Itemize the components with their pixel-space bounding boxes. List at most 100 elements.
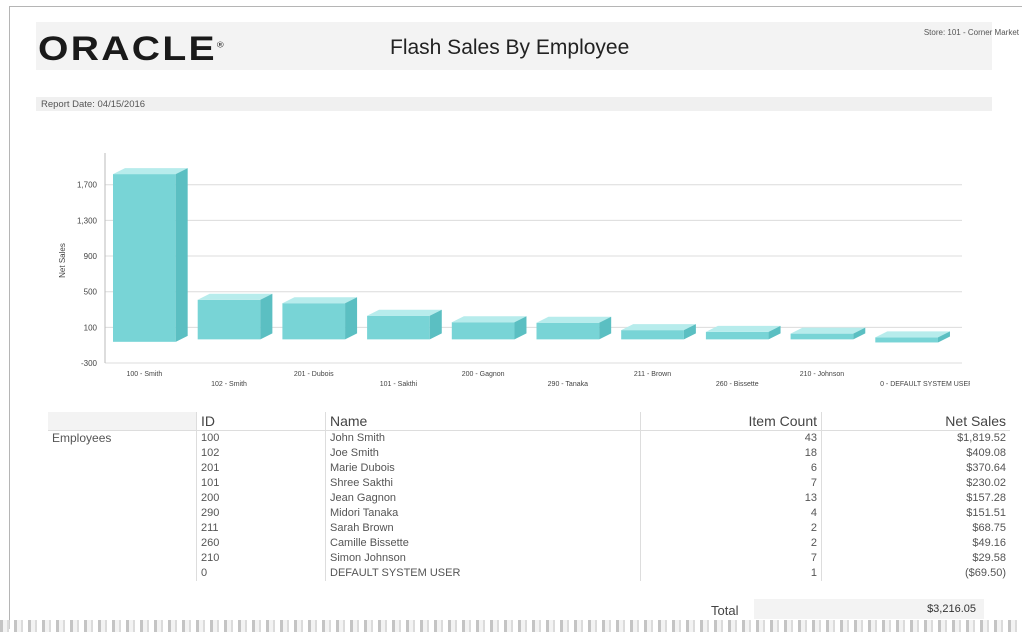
bar-top-7 xyxy=(705,325,781,332)
x-category-label: 290 - Tanaka xyxy=(548,381,588,388)
name-cell: Shree Sakthi xyxy=(325,476,641,491)
y-tick-label: 500 xyxy=(84,288,98,297)
id-cell: 260 xyxy=(196,536,326,551)
name-cell: Midori Tanaka xyxy=(325,506,641,521)
bar-0 xyxy=(113,174,176,342)
report-title: Flash Sales By Employee xyxy=(390,36,630,59)
id-cell: 210 xyxy=(196,551,326,566)
bar-top-2 xyxy=(282,297,358,304)
group-label-cell xyxy=(48,476,197,491)
id-column-header: ID xyxy=(196,412,326,431)
bar-top-5 xyxy=(536,316,612,323)
net-sales-cell: $68.75 xyxy=(821,521,1010,536)
y-tick-label: 900 xyxy=(84,252,98,261)
bar-top-3 xyxy=(367,309,442,316)
id-cell: 100 xyxy=(196,430,326,446)
name-cell: Jean Gagnon xyxy=(325,491,641,506)
group-header-cell xyxy=(48,412,197,431)
item-count-cell: 7 xyxy=(640,476,822,491)
bar-5 xyxy=(536,322,600,340)
name-cell: Simon Johnson xyxy=(325,551,641,566)
bar-side-1 xyxy=(260,293,273,340)
item-count-cell: 4 xyxy=(640,506,822,521)
bar-6 xyxy=(621,330,684,340)
bar-top-4 xyxy=(451,316,527,323)
bar-1 xyxy=(197,299,261,340)
item-count-cell: 2 xyxy=(640,521,822,536)
net-sales-column-header: Net Sales xyxy=(821,412,1010,431)
report-date: Report Date: 04/15/2016 xyxy=(41,99,146,110)
net-sales-cell: $230.02 xyxy=(821,476,1010,491)
group-label-cell xyxy=(48,491,197,506)
bar-top-1 xyxy=(197,293,273,300)
table-body: Employees 100 John Smith 43 $1,819.52 102 Joe … xyxy=(48,430,1010,581)
y-tick-label: -300 xyxy=(81,359,98,368)
employee-sales-table: ID Name Item Count Net Sales Employees 10… xyxy=(48,412,1010,581)
name-cell: John Smith xyxy=(325,430,641,446)
bar-top-9 xyxy=(875,331,950,338)
table-row: 102 Joe Smith 18 $409.08 xyxy=(48,446,1010,461)
net-sales-cell: $157.28 xyxy=(821,491,1010,506)
table-row: 201 Marie Dubois 6 $370.64 xyxy=(48,461,1010,476)
table-row: 211 Sarah Brown 2 $68.75 xyxy=(48,521,1010,536)
bar-top-8 xyxy=(790,327,866,334)
date-band xyxy=(36,97,992,111)
item-count-cell: 43 xyxy=(640,430,822,446)
item-count-cell: 13 xyxy=(640,491,822,506)
net-sales-cell: $49.16 xyxy=(821,536,1010,551)
name-cell: Camille Bissette xyxy=(325,536,641,551)
total-label: Total xyxy=(711,603,739,618)
y-axis-title: Net Sales xyxy=(58,243,67,278)
net-sales-cell: $409.08 xyxy=(821,446,1010,461)
x-category-label: 201 - Dubois xyxy=(294,371,334,378)
bar-top-0 xyxy=(113,168,188,175)
x-category-label: 260 - Bissette xyxy=(716,381,759,388)
item-count-cell: 6 xyxy=(640,461,822,476)
item-count-cell: 2 xyxy=(640,536,822,551)
x-category-label: 100 - Smith xyxy=(126,371,162,378)
name-column-header: Name xyxy=(325,412,641,431)
scan-artifact-strip xyxy=(0,620,1022,632)
table-row: 101 Shree Sakthi 7 $230.02 xyxy=(48,476,1010,491)
group-label-cell xyxy=(48,551,197,566)
bar-side-0 xyxy=(175,168,188,342)
name-cell: DEFAULT SYSTEM USER xyxy=(325,566,641,581)
name-cell: Marie Dubois xyxy=(325,461,641,476)
bar-9 xyxy=(875,337,938,343)
table-row: 0 DEFAULT SYSTEM USER 1 ($69.50) xyxy=(48,566,1010,581)
item-count-cell: 1 xyxy=(640,566,822,581)
store-label: Store: 101 - Corner Market xyxy=(923,28,1019,37)
bar-2 xyxy=(282,303,346,340)
oracle-logo: ORACLE® xyxy=(38,30,226,68)
net-sales-cell: $151.51 xyxy=(821,506,1010,521)
y-tick-label: 1,700 xyxy=(77,181,98,190)
y-tick-label: 100 xyxy=(84,323,98,332)
net-sales-bar-chart: -300 100 500 900 1,300 1,700 Net Sales 100 - Sm… xyxy=(58,153,970,388)
group-label-cell xyxy=(48,566,197,581)
bar-7 xyxy=(705,331,769,340)
x-category-label: 211 - Brown xyxy=(634,371,671,378)
x-category-label: 200 - Gagnon xyxy=(462,371,505,378)
table-row: Employees 100 John Smith 43 $1,819.52 xyxy=(48,430,1010,446)
bar-side-2 xyxy=(345,297,358,340)
group-label-cell xyxy=(48,446,197,461)
item-count-column-header: Item Count xyxy=(640,412,822,431)
table-row: 260 Camille Bissette 2 $49.16 xyxy=(48,536,1010,551)
total-value: $3,216.05 xyxy=(754,599,984,619)
item-count-cell: 7 xyxy=(640,551,822,566)
x-category-label: 101 - Sakthi xyxy=(380,381,418,388)
table-row: 210 Simon Johnson 7 $29.58 xyxy=(48,551,1010,566)
id-cell: 201 xyxy=(196,461,326,476)
net-sales-cell: $1,819.52 xyxy=(821,430,1010,446)
id-cell: 102 xyxy=(196,446,326,461)
id-cell: 211 xyxy=(196,521,326,536)
table-row: 290 Midori Tanaka 4 $151.51 xyxy=(48,506,1010,521)
x-category-label: 210 - Johnson xyxy=(800,371,844,378)
bar-top-6 xyxy=(621,324,696,331)
y-tick-label: 1,300 xyxy=(77,216,98,225)
group-label-cell xyxy=(48,521,197,536)
net-sales-cell: $29.58 xyxy=(821,551,1010,566)
group-label-cell xyxy=(48,536,197,551)
bar-8 xyxy=(790,333,854,340)
group-label-cell xyxy=(48,506,197,521)
